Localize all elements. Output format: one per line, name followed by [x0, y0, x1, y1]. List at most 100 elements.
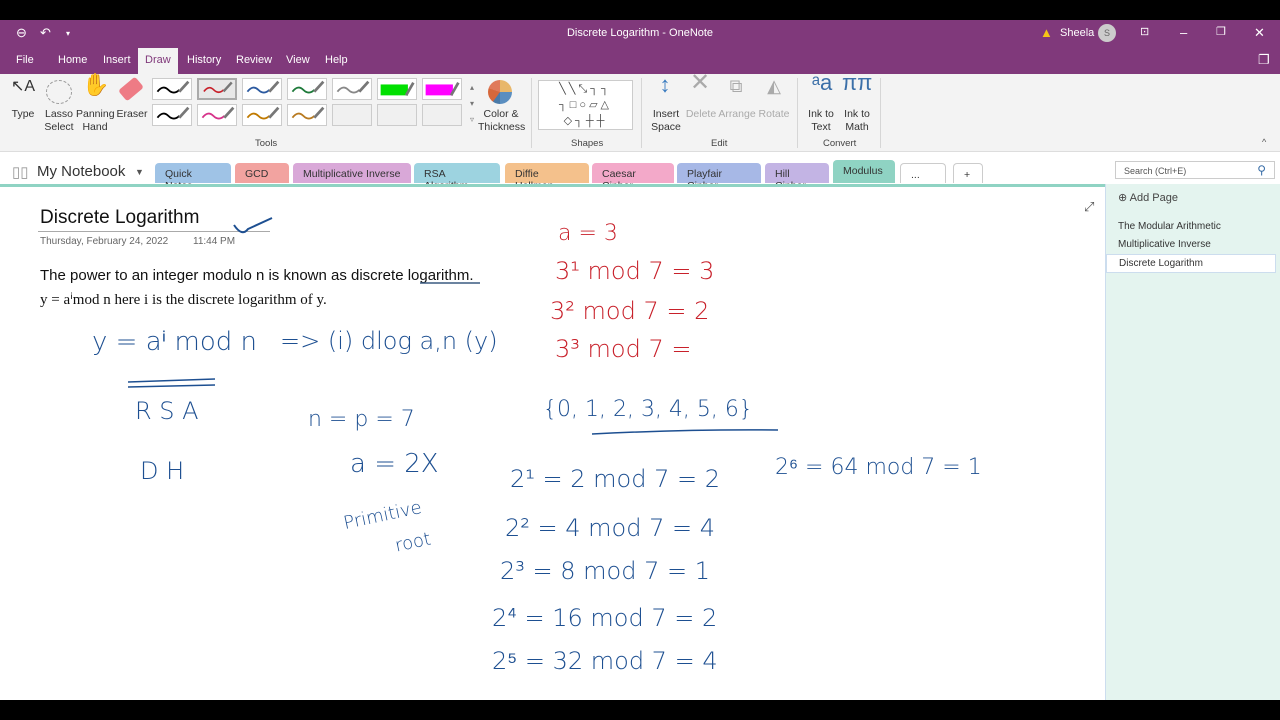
- pen-swatch[interactable]: [422, 78, 462, 100]
- tab-insert[interactable]: Insert: [103, 54, 131, 66]
- add-page-button[interactable]: ⊕ Add Page: [1118, 191, 1178, 204]
- blue-ink-annotation[interactable]: 2⁶ = 64 mod 7 = 1: [775, 454, 982, 480]
- blue-ink-annotation[interactable]: R S A: [135, 397, 199, 425]
- red-ink-annotation[interactable]: a = 3: [558, 221, 618, 246]
- pen-swatch[interactable]: [197, 104, 237, 126]
- lasso-icon: [46, 80, 72, 104]
- lasso-select-button[interactable]: Lasso Select: [42, 108, 76, 134]
- blue-ink-annotation[interactable]: => (i) dlog a,n (y): [280, 327, 498, 355]
- section-tab[interactable]: Quick Notes: [155, 163, 231, 192]
- section-tab[interactable]: Modulus: [833, 160, 895, 183]
- blue-ink-annotation[interactable]: 2⁴ = 16 mod 7 = 2: [492, 604, 717, 632]
- blue-ink-annotation[interactable]: y = aⁱ mod n: [92, 327, 257, 357]
- insert-space-button[interactable]: Insert Space: [646, 108, 686, 134]
- blue-ink-annotation[interactable]: 2² = 4 mod 7 = 4: [505, 514, 715, 542]
- user-name[interactable]: Sheela: [1060, 27, 1094, 39]
- eraser-icon: [118, 76, 144, 102]
- blue-ink-annotation[interactable]: D H: [140, 457, 184, 485]
- tab-history[interactable]: History: [187, 54, 221, 66]
- arrange-button[interactable]: Arrange: [718, 108, 756, 121]
- section-tab[interactable]: GCD: [235, 163, 289, 183]
- add-section-button[interactable]: +: [953, 163, 983, 183]
- pen-swatch[interactable]: [377, 78, 417, 100]
- blue-ink-annotation[interactable]: 2¹ = 2 mod 7 = 2: [510, 465, 720, 493]
- page-item[interactable]: The Modular Arithmetic: [1118, 221, 1221, 232]
- insert-space-icon: ↕: [659, 72, 671, 97]
- empty-pen-slot[interactable]: [377, 104, 417, 126]
- red-ink-annotation[interactable]: 3³ mod 7 =: [555, 335, 691, 363]
- section-tab[interactable]: Hill Cipher: [765, 163, 829, 192]
- rotate-button[interactable]: Rotate: [756, 108, 792, 121]
- pen-swatch[interactable]: [152, 78, 192, 100]
- type-icon: ↖A: [10, 78, 36, 95]
- title-bar: ⊖ ↶ ▾ Discrete Logarithm - OneNote ▲ She…: [0, 20, 1280, 46]
- edit-group-label: Edit: [711, 138, 728, 149]
- shapes-gallery[interactable]: ╲╲⤡┐┐ ┐□○▱△ ◇┐┼┼: [538, 80, 633, 130]
- tab-review[interactable]: Review: [236, 54, 272, 66]
- warning-icon[interactable]: ▲: [1040, 25, 1053, 40]
- close-icon[interactable]: ✕: [1254, 25, 1265, 41]
- color-wheel-icon: [488, 80, 512, 104]
- panning-hand-button[interactable]: Panning Hand: [76, 108, 115, 134]
- tab-draw[interactable]: Draw: [138, 48, 178, 74]
- tools-group-label: Tools: [255, 138, 278, 149]
- pen-swatch[interactable]: [242, 78, 282, 100]
- page-list-pane: ⊕ Add Page The Modular Arithmetic Multip…: [1105, 184, 1280, 700]
- section-tab[interactable]: Diffie Hellman: [505, 163, 589, 192]
- search-icon[interactable]: ⚲: [1257, 163, 1266, 177]
- tab-view[interactable]: View: [286, 54, 310, 66]
- notebook-icon: ▯▯: [12, 164, 29, 181]
- pen-swatch[interactable]: [197, 78, 237, 100]
- avatar[interactable]: S: [1098, 24, 1116, 42]
- eraser-button[interactable]: Eraser: [114, 108, 150, 121]
- empty-pen-slot[interactable]: [332, 104, 372, 126]
- ribbon-tabs: File Home Insert Draw History Review Vie…: [0, 46, 1280, 74]
- page-item[interactable]: Multiplicative Inverse: [1118, 239, 1211, 250]
- arrange-icon: ⧉: [729, 76, 743, 96]
- more-sections-button[interactable]: ...: [900, 163, 946, 183]
- blue-ink-annotation[interactable]: n = p = 7: [308, 407, 415, 432]
- blue-ink-annotation[interactable]: {0, 1, 2, 3, 4, 5, 6}: [543, 397, 753, 422]
- pen-swatch[interactable]: [287, 78, 327, 100]
- notebook-selector[interactable]: My Notebook: [37, 163, 125, 180]
- red-ink-annotation[interactable]: 3² mod 7 = 2: [550, 297, 709, 325]
- add-page-label: Add Page: [1129, 192, 1178, 204]
- section-tab[interactable]: RSA Algorithm: [414, 163, 500, 192]
- color-thickness-button[interactable]: Color & Thickness: [478, 108, 525, 134]
- empty-pen-slot[interactable]: [422, 104, 462, 126]
- hand-icon: ✋: [82, 72, 110, 97]
- ink-to-math-icon: ππ: [842, 70, 873, 95]
- collapse-ribbon-icon[interactable]: ^: [1262, 136, 1266, 149]
- shapes-group-label: Shapes: [571, 138, 604, 149]
- red-ink-annotation[interactable]: 3¹ mod 7 = 3: [555, 257, 714, 285]
- ribbon-display-icon[interactable]: ⊡: [1140, 25, 1149, 38]
- type-button[interactable]: Type: [8, 108, 38, 121]
- tab-help[interactable]: Help: [325, 54, 348, 66]
- section-tab[interactable]: Playfair Cipher: [677, 163, 761, 192]
- restore-icon[interactable]: ❐: [1216, 25, 1226, 38]
- section-tab[interactable]: Multiplicative Inverse: [293, 163, 411, 183]
- note-page[interactable]: Discrete Logarithm Thursday, February 24…: [0, 187, 1105, 700]
- minimize-icon[interactable]: –: [1180, 25, 1187, 40]
- pen-swatch[interactable]: [152, 104, 192, 126]
- blue-ink-annotation[interactable]: a = 2X: [350, 449, 439, 479]
- pen-swatch[interactable]: [242, 104, 282, 126]
- pen-swatch[interactable]: [287, 104, 327, 126]
- blue-ink-annotation[interactable]: 2³ = 8 mod 7 = 1: [500, 557, 710, 585]
- search-input[interactable]: Search (Ctrl+E) ⚲: [1115, 161, 1275, 179]
- page-item-selected[interactable]: Discrete Logarithm: [1106, 254, 1276, 273]
- section-tab[interactable]: Caesar Cipher: [592, 163, 674, 192]
- blue-ink-annotation[interactable]: 2⁵ = 32 mod 7 = 4: [492, 647, 718, 676]
- notebook-icon[interactable]: ❐: [1258, 52, 1270, 68]
- delete-button[interactable]: Delete: [684, 108, 718, 121]
- tab-home[interactable]: Home: [58, 54, 87, 66]
- ink-to-text-button[interactable]: Ink to Text: [804, 108, 838, 134]
- tab-file[interactable]: File: [16, 54, 34, 66]
- convert-group-label: Convert: [823, 138, 857, 149]
- section-tabs: ▯▯ My Notebook ▼ Quick NotesGCDMultiplic…: [0, 158, 1280, 192]
- chevron-down-icon[interactable]: ▼: [135, 167, 144, 177]
- gallery-scroll[interactable]: ▴ ▾ ▿: [468, 80, 476, 128]
- ink-to-math-button[interactable]: Ink to Math: [840, 108, 874, 134]
- pen-swatch[interactable]: [332, 78, 372, 100]
- delete-icon: ✕: [689, 69, 711, 96]
